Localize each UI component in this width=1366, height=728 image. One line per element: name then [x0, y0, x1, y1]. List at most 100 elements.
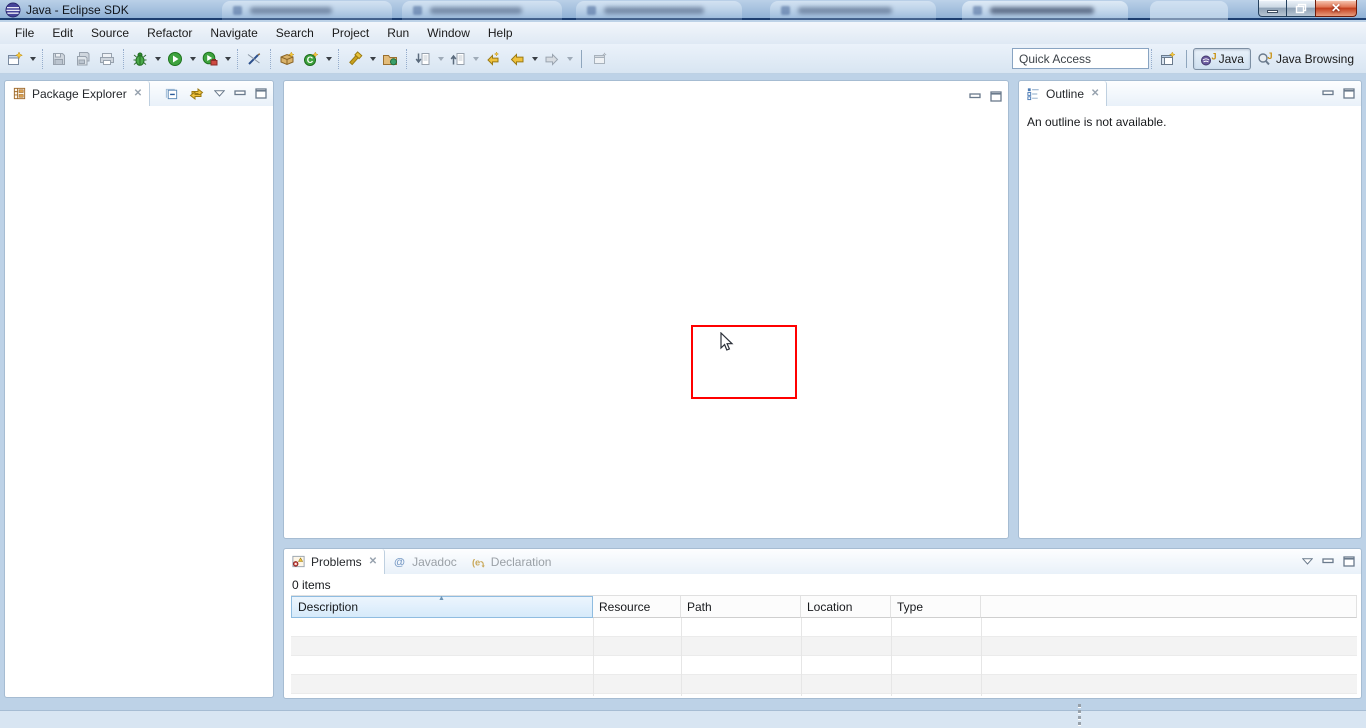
- status-bar-grip[interactable]: [1078, 704, 1082, 728]
- new-wizard-button[interactable]: [3, 47, 27, 71]
- maximize-view-icon: [1343, 556, 1355, 567]
- problems-items-count: 0 items: [292, 578, 331, 592]
- external-tools-button[interactable]: [198, 47, 222, 71]
- minimize-view-button[interactable]: [234, 89, 246, 99]
- forward-dropdown[interactable]: [564, 47, 575, 71]
- run-button[interactable]: [163, 47, 187, 71]
- svg-text:J: J: [1267, 51, 1272, 61]
- search-dropdown[interactable]: [367, 47, 378, 71]
- menu-navigate[interactable]: Navigate: [201, 22, 266, 44]
- tab-problems-label: Problems: [311, 555, 362, 569]
- minimize-window-button[interactable]: [1258, 0, 1287, 17]
- table-row: [291, 637, 1357, 656]
- quick-access-input[interactable]: [1012, 48, 1149, 69]
- column-header-type[interactable]: Type: [891, 596, 981, 618]
- print-button[interactable]: [95, 47, 119, 71]
- back-dropdown[interactable]: [529, 47, 540, 71]
- perspective-java-label: Java: [1219, 52, 1244, 66]
- forward-button[interactable]: [540, 47, 564, 71]
- tab-package-explorer[interactable]: Package Explorer ✕: [5, 81, 150, 106]
- debug-button[interactable]: [128, 47, 152, 71]
- tab-javadoc[interactable]: @ Javadoc: [385, 549, 464, 574]
- svg-text:J: J: [1211, 52, 1216, 62]
- minimize-editor-button[interactable]: [969, 92, 981, 102]
- new-java-package-button[interactable]: [275, 47, 299, 71]
- close-view-icon[interactable]: ✕: [1089, 88, 1099, 99]
- column-header-resource[interactable]: Resource: [593, 596, 681, 618]
- minimize-editor-icon: [969, 92, 981, 102]
- last-edit-location-button[interactable]: [481, 47, 505, 71]
- new-wizard-dropdown[interactable]: [27, 47, 38, 71]
- menu-project[interactable]: Project: [323, 22, 378, 44]
- column-header-path[interactable]: Path: [681, 596, 801, 618]
- debug-dropdown[interactable]: [152, 47, 163, 71]
- minimize-view-button[interactable]: [1322, 89, 1334, 99]
- new-java-package-icon: [279, 51, 295, 67]
- open-perspective-button[interactable]: [1156, 47, 1180, 71]
- forward-icon: [544, 51, 560, 67]
- collapse-all-button[interactable]: [164, 86, 179, 101]
- close-window-button[interactable]: ✕: [1315, 0, 1357, 17]
- save-all-icon: [75, 51, 91, 67]
- column-header-description[interactable]: ▲ Description: [291, 596, 593, 618]
- last-edit-location-icon: [485, 51, 501, 67]
- next-annotation-button[interactable]: [411, 47, 435, 71]
- new-java-class-button[interactable]: C: [299, 47, 323, 71]
- back-button[interactable]: [505, 47, 529, 71]
- menu-window[interactable]: Window: [418, 22, 479, 44]
- close-view-icon[interactable]: ✕: [367, 556, 377, 567]
- maximize-view-button[interactable]: [255, 88, 267, 99]
- package-explorer-content[interactable]: [5, 106, 273, 697]
- previous-annotation-dropdown[interactable]: [470, 47, 481, 71]
- editor-window-button[interactable]: [588, 47, 612, 71]
- table-row: [291, 656, 1357, 675]
- background-window-tab: [576, 1, 742, 20]
- new-java-class-dropdown[interactable]: [323, 47, 334, 71]
- menu-file[interactable]: File: [6, 22, 43, 44]
- run-dropdown[interactable]: [187, 47, 198, 71]
- tab-outline[interactable]: Outline ✕: [1019, 81, 1107, 106]
- perspective-java-button[interactable]: J Java: [1193, 48, 1251, 70]
- link-with-editor-button[interactable]: [188, 86, 205, 101]
- menu-search[interactable]: Search: [267, 22, 323, 44]
- restore-window-button[interactable]: [1287, 0, 1315, 17]
- column-header-location[interactable]: Location: [801, 596, 891, 618]
- window-controls: ✕: [1258, 0, 1357, 17]
- previous-annotation-icon: [450, 51, 466, 67]
- tab-declaration[interactable]: (e Declaration: [464, 549, 559, 574]
- maximize-view-button[interactable]: [1343, 556, 1355, 567]
- javadoc-icon: @: [392, 554, 407, 569]
- view-menu-button[interactable]: [1302, 558, 1313, 565]
- search-button[interactable]: [343, 47, 367, 71]
- svg-text:(e: (e: [472, 557, 480, 567]
- menu-source[interactable]: Source: [82, 22, 138, 44]
- problems-table-rows: [291, 618, 1357, 696]
- problems-table-header: ▲ Description Resource Path Location Typ…: [291, 596, 1357, 618]
- next-annotation-dropdown[interactable]: [435, 47, 446, 71]
- outline-message: An outline is not available.: [1019, 106, 1361, 138]
- tab-declaration-label: Declaration: [491, 555, 552, 569]
- maximize-view-button[interactable]: [1343, 88, 1355, 99]
- external-tools-dropdown[interactable]: [222, 47, 233, 71]
- view-menu-button[interactable]: [214, 90, 225, 97]
- maximize-editor-button[interactable]: [990, 91, 1002, 102]
- perspective-java-browsing-button[interactable]: J Java Browsing: [1251, 48, 1360, 70]
- perspective-java-browsing-label: Java Browsing: [1276, 52, 1354, 66]
- slashed-pencil-button[interactable]: [242, 47, 266, 71]
- menu-run[interactable]: Run: [378, 22, 418, 44]
- open-task-button[interactable]: [378, 47, 402, 71]
- menu-refactor[interactable]: Refactor: [138, 22, 201, 44]
- minimize-view-button[interactable]: [1322, 557, 1334, 567]
- menu-help[interactable]: Help: [479, 22, 522, 44]
- background-window-tab: [222, 1, 392, 20]
- save-button[interactable]: [47, 47, 71, 71]
- menu-edit[interactable]: Edit: [43, 22, 82, 44]
- save-all-button[interactable]: [71, 47, 95, 71]
- close-view-icon[interactable]: ✕: [132, 88, 142, 99]
- tab-problems[interactable]: Problems ✕: [284, 549, 385, 574]
- editor-window-icon: [592, 51, 608, 67]
- package-explorer-tabstrip: Package Explorer ✕: [5, 81, 273, 106]
- previous-annotation-button[interactable]: [446, 47, 470, 71]
- java-browsing-perspective-icon: J: [1257, 51, 1273, 67]
- outline-view: Outline ✕ An outline is not available.: [1018, 80, 1362, 539]
